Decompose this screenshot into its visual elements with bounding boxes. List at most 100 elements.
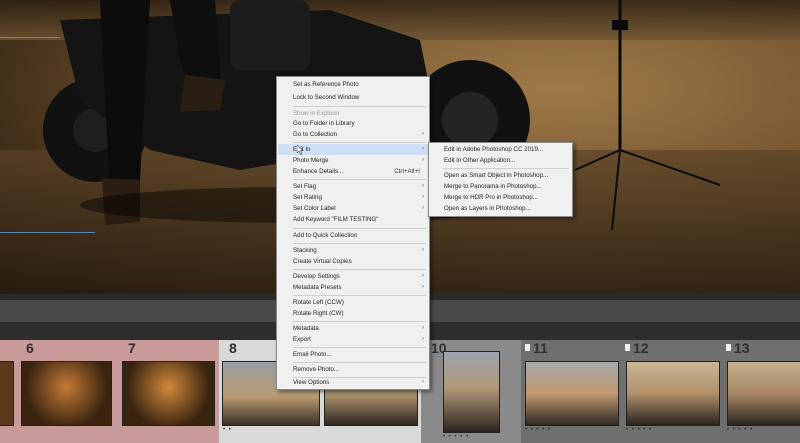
thumbnail[interactable] (122, 361, 215, 426)
filmstrip-cell[interactable]: 10 • • • • • (421, 340, 521, 443)
chevron-right-icon: › (422, 247, 424, 253)
menu-item-metadata[interactable]: Metadata › (278, 323, 428, 334)
filmstrip-number: 8 (229, 340, 237, 356)
menu-separator (293, 142, 426, 143)
menu-item-label: Rotate Right (CW) (293, 310, 344, 317)
menu-item-label: Photo Merge (293, 157, 329, 164)
filmstrip-number: 6 (26, 340, 34, 356)
menu-separator (293, 243, 426, 244)
menu-item-go-to-folder[interactable]: Go to Folder in Library (278, 118, 428, 129)
menu-item-label: Create Virtual Copies (293, 258, 352, 265)
menu-item-label: Add Keyword "FILM TESTING" (293, 216, 379, 223)
menu-separator (293, 106, 426, 107)
thumbnail[interactable] (626, 361, 720, 426)
menu-item-label: Edit in Other Application... (444, 157, 516, 164)
menu-item-label: Develop Settings (293, 273, 340, 280)
menu-item-go-to-collection[interactable]: Go to Collection › (278, 129, 428, 140)
mouse-pointer-icon (297, 145, 304, 155)
menu-item-set-color-label[interactable]: Set Color Label › (278, 203, 428, 214)
filmstrip-number: 13 (734, 340, 750, 356)
menu-item-create-virtual-copies[interactable]: Create Virtual Copies (278, 256, 428, 267)
menu-item-email-photo[interactable]: Email Photo... (278, 349, 428, 360)
menu-separator (293, 295, 426, 296)
thumbnail[interactable] (443, 351, 500, 433)
menu-item-photo-merge[interactable]: Photo Merge › (278, 155, 428, 166)
menu-item-label: View Options (293, 379, 330, 386)
menu-item-label: Lock to Second Window (293, 94, 360, 101)
submenu-item-merge-hdr[interactable]: Merge to HDR Pro in Photoshop... (430, 192, 571, 203)
filmstrip-cell[interactable]: 13 • • • • • (722, 340, 800, 443)
chevron-right-icon: › (422, 131, 424, 137)
menu-item-label: Go to Collection (293, 131, 338, 138)
menu-item-rotate-right[interactable]: Rotate Right (CW) (278, 308, 428, 319)
submenu-item-edit-photoshop[interactable]: Edit in Adobe Photoshop CC 2019... (430, 144, 571, 155)
menu-separator (293, 269, 426, 270)
menu-item-label: Merge to Panorama in Photoshop... (444, 183, 542, 190)
context-menu: Set as Reference Photo Lock to Second Wi… (276, 76, 430, 390)
guide-line (0, 37, 60, 38)
menu-item-label: Export (293, 336, 311, 343)
filmstrip-cell[interactable]: 7 (116, 340, 219, 443)
menu-item-export[interactable]: Export › (278, 334, 428, 345)
menu-item-lock-second-window[interactable]: Lock to Second Window (278, 92, 428, 103)
flag-icon (726, 344, 731, 351)
submenu-item-open-as-layers[interactable]: Open as Layers in Photoshop... (430, 203, 571, 214)
rating-stars: • • • • • (443, 434, 470, 440)
menu-separator (293, 321, 426, 322)
shortcut-label: Ctrl+Alt+I (394, 168, 420, 175)
menu-item-label: Enhance Details... (293, 168, 344, 175)
chevron-right-icon: › (422, 325, 424, 331)
menu-item-remove-photo[interactable]: Remove Photo... (278, 364, 428, 375)
rating-stars: • • • • • (727, 427, 754, 433)
submenu-item-edit-other-app[interactable]: Edit in Other Application... (430, 155, 571, 166)
menu-item-rotate-left[interactable]: Rotate Left (CCW) (278, 297, 428, 308)
chevron-right-icon: › (422, 194, 424, 200)
menu-item-label: Email Photo... (293, 351, 332, 358)
thumbnail[interactable] (525, 361, 619, 426)
thumbnail[interactable] (21, 361, 112, 426)
submenu-item-merge-panorama[interactable]: Merge to Panorama in Photoshop... (430, 181, 571, 192)
menu-item-metadata-presets[interactable]: Metadata Presets › (278, 282, 428, 293)
thumbnail[interactable] (0, 361, 14, 426)
menu-item-label: Go to Folder in Library (293, 120, 355, 127)
menu-item-add-quick-collection[interactable]: Add to Quick Collection (278, 230, 428, 241)
rating-stars: • • • • • (626, 427, 653, 433)
chevron-right-icon: › (422, 336, 424, 342)
menu-item-label: Open as Layers in Photoshop... (444, 205, 531, 212)
menu-item-add-keyword[interactable]: Add Keyword "FILM TESTING" (278, 214, 428, 225)
menu-separator (293, 179, 426, 180)
menu-item-label: Set Color Label (293, 205, 336, 212)
menu-item-stacking[interactable]: Stacking › (278, 245, 428, 256)
edit-in-submenu: Edit in Adobe Photoshop CC 2019... Edit … (428, 142, 573, 217)
menu-item-label: Show in Explorer (293, 110, 340, 117)
chevron-right-icon: › (422, 183, 424, 189)
menu-separator (443, 168, 569, 169)
menu-item-label: Set Flag (293, 183, 317, 190)
rating-stars: • • • • • (525, 427, 552, 433)
chevron-right-icon: › (422, 205, 424, 211)
chevron-right-icon: › (422, 157, 424, 163)
thumbnail[interactable] (727, 361, 800, 426)
filmstrip-cell[interactable]: 12 • • • • • (621, 340, 722, 443)
menu-item-label: Add to Quick Collection (293, 232, 358, 239)
menu-separator (293, 362, 426, 363)
rating-stars: • • (223, 427, 232, 433)
menu-item-label: Set as Reference Photo (293, 81, 359, 88)
filmstrip-number: 11 (533, 340, 548, 356)
menu-item-develop-settings[interactable]: Develop Settings › (278, 271, 428, 282)
chevron-right-icon: › (422, 379, 424, 385)
menu-item-label: Set Rating (293, 194, 322, 201)
menu-item-label: Merge to HDR Pro in Photoshop... (444, 194, 538, 201)
flag-icon (625, 344, 630, 351)
menu-item-set-flag[interactable]: Set Flag › (278, 181, 428, 192)
menu-item-view-options[interactable]: View Options › (278, 377, 428, 388)
menu-separator (293, 347, 426, 348)
menu-separator (293, 228, 426, 229)
filmstrip-cell[interactable]: 11 • • • • • (521, 340, 621, 443)
menu-item-enhance-details[interactable]: Enhance Details... Ctrl+Alt+I (278, 166, 428, 177)
menu-item-label: Remove Photo... (293, 366, 340, 373)
filmstrip-cell[interactable]: 6 (0, 340, 116, 443)
menu-item-set-rating[interactable]: Set Rating › (278, 192, 428, 203)
submenu-item-smart-object[interactable]: Open as Smart Object in Photoshop... (430, 170, 571, 181)
menu-item-set-reference-photo[interactable]: Set as Reference Photo (278, 79, 428, 90)
